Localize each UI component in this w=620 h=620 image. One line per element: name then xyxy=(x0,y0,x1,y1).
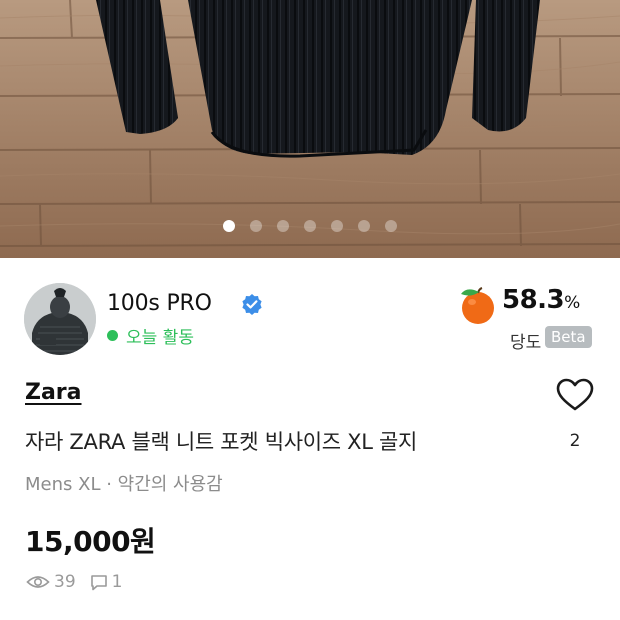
carousel-dot[interactable] xyxy=(331,220,343,232)
carousel-dot[interactable] xyxy=(304,220,316,232)
carousel-dot[interactable] xyxy=(277,220,289,232)
like-button[interactable]: 2 xyxy=(552,378,598,458)
eye-icon xyxy=(26,576,50,588)
product-title: 자라 ZARA 블랙 니트 포켓 빅사이즈 XL 골지 xyxy=(25,430,418,454)
beta-badge: Beta xyxy=(545,326,592,348)
brand-link[interactable]: Zara xyxy=(25,380,82,405)
activity-label: 오늘 활동 xyxy=(126,328,194,348)
orange-fruit-icon xyxy=(461,287,494,324)
product-stats: 39 1 xyxy=(26,572,122,592)
seller-activity-status: 오늘 활동 xyxy=(107,323,194,348)
seller-section: 100s PRO 오늘 활동 58.3% 당도 Beta xyxy=(24,283,600,357)
view-count-stat: 39 xyxy=(26,572,76,592)
carousel-dot[interactable] xyxy=(223,220,235,232)
view-count: 39 xyxy=(54,572,76,592)
sweetness-value: 58.3% xyxy=(502,285,580,315)
heart-icon xyxy=(556,378,594,411)
comment-count: 1 xyxy=(111,572,123,592)
seller-name[interactable]: 100s PRO xyxy=(107,291,212,316)
seller-avatar[interactable] xyxy=(24,283,96,355)
verified-badge-icon xyxy=(242,294,262,315)
carousel-dot[interactable] xyxy=(250,220,262,232)
product-meta: Mens XL · 약간의 사용감 xyxy=(25,474,223,495)
online-status-dot xyxy=(107,330,118,341)
chat-bubble-icon xyxy=(90,574,107,590)
carousel-indicators xyxy=(0,220,620,232)
carousel-dot[interactable] xyxy=(358,220,370,232)
comment-count-stat: 1 xyxy=(90,572,123,592)
product-image-carousel[interactable] xyxy=(0,0,620,258)
sweetness-score[interactable]: 58.3% 당도 Beta xyxy=(450,283,600,357)
sweetness-label: 당도 xyxy=(510,333,542,353)
like-count: 2 xyxy=(569,431,581,451)
product-price: 15,000원 xyxy=(25,525,156,558)
carousel-dot[interactable] xyxy=(385,220,397,232)
